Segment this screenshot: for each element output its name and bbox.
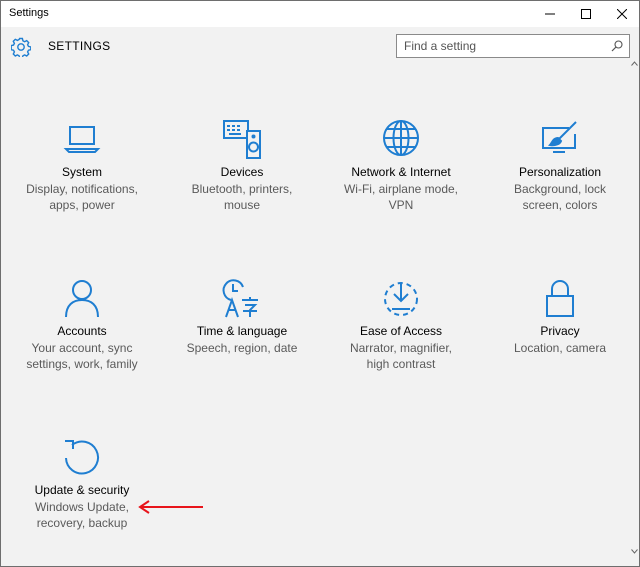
tile-description: Narrator, magnifier, high contrast <box>326 340 476 372</box>
tile-accounts[interactable]: Accounts Your account, sync settings, wo… <box>7 278 157 408</box>
tile-description: Bluetooth, printers, mouse <box>167 181 317 213</box>
tile-privacy[interactable]: Privacy Location, camera <box>485 278 635 408</box>
tile-title: Devices <box>220 165 264 179</box>
lock-icon <box>546 280 574 317</box>
search-input[interactable] <box>397 35 607 57</box>
tile-description: Windows Update, recovery, backup <box>7 499 157 531</box>
tile-desc-line: Location, camera <box>513 341 607 355</box>
tile-update-security[interactable]: Update & security Windows Update, recove… <box>7 437 157 566</box>
tile-devices[interactable]: Devices Bluetooth, printers, mouse <box>167 119 317 249</box>
tile-desc-line: apps, power <box>49 198 115 212</box>
paintbrush-icon <box>542 121 577 153</box>
tile-desc-line: Background, lock <box>513 182 607 196</box>
gear-icon <box>11 37 31 57</box>
tile-desc-line: settings, work, family <box>26 357 138 371</box>
tile-desc-line: Display, notifications, <box>26 182 138 196</box>
annotation-arrow-icon <box>138 500 203 514</box>
tile-desc-line: recovery, backup <box>36 516 128 530</box>
scroll-down-icon[interactable] <box>631 549 638 554</box>
tile-desc-line: Speech, region, date <box>186 341 298 355</box>
scroll-up-icon[interactable] <box>631 61 638 66</box>
tile-desc-line: VPN <box>388 198 414 212</box>
tile-description: Background, lock screen, colors <box>485 181 635 213</box>
tile-description: Speech, region, date <box>167 340 317 356</box>
tile-desc-line: Bluetooth, printers, <box>191 182 293 196</box>
tile-title: System <box>61 165 102 179</box>
tile-title: Accounts <box>57 324 107 338</box>
tile-desc-line: high contrast <box>366 357 436 371</box>
tile-system[interactable]: System Display, notifications, apps, pow… <box>7 119 157 249</box>
close-button[interactable] <box>603 1 639 27</box>
globe-icon <box>383 120 419 156</box>
maximize-button[interactable] <box>567 1 605 27</box>
tile-title: Time & language <box>196 324 288 338</box>
close-icon <box>617 9 627 19</box>
title-bar: Settings <box>1 1 639 27</box>
tile-description: Display, notifications, apps, power <box>7 181 157 213</box>
tile-desc-line: Wi-Fi, airplane mode, <box>343 182 459 196</box>
tile-desc-line: Your account, sync <box>31 341 133 355</box>
tile-ease-of-access[interactable]: Ease of Access Narrator, magnifier, high… <box>326 278 476 408</box>
search-icon[interactable] <box>611 40 623 52</box>
tile-time-language[interactable]: Time & language Speech, region, date <box>167 278 317 408</box>
tile-description: Location, camera <box>485 340 635 356</box>
tile-title: Privacy <box>540 324 580 338</box>
devices-icon <box>223 120 261 159</box>
update-icon <box>65 440 99 475</box>
tile-desc-line: Narrator, magnifier, <box>349 341 453 355</box>
settings-header: SETTINGS <box>1 27 639 67</box>
tile-description: Your account, sync settings, work, famil… <box>7 340 157 372</box>
tile-title: Update & security <box>34 483 130 497</box>
laptop-icon <box>63 126 101 153</box>
maximize-icon <box>581 9 591 19</box>
tile-description: Wi-Fi, airplane mode, VPN <box>326 181 476 213</box>
minimize-button[interactable] <box>531 1 569 27</box>
ease-of-access-icon <box>384 282 418 316</box>
tile-title: Ease of Access <box>359 324 443 338</box>
page-title: SETTINGS <box>48 39 111 53</box>
time-language-icon <box>222 279 258 318</box>
minimize-icon <box>545 13 555 15</box>
tile-desc-line: mouse <box>223 198 261 212</box>
tile-desc-line: Windows Update, <box>34 500 130 514</box>
tile-title: Network & Internet <box>351 165 451 179</box>
tile-title: Personalization <box>518 165 602 179</box>
tile-personalization[interactable]: Personalization Background, lock screen,… <box>485 119 635 249</box>
tile-desc-line: screen, colors <box>522 198 598 212</box>
window-title: Settings <box>9 7 49 19</box>
tile-network-internet[interactable]: Network & Internet Wi-Fi, airplane mode,… <box>326 119 476 249</box>
search-box[interactable] <box>396 34 630 58</box>
settings-window: Settings SETTINGS Find a setting System … <box>0 0 640 567</box>
person-icon <box>65 280 99 318</box>
